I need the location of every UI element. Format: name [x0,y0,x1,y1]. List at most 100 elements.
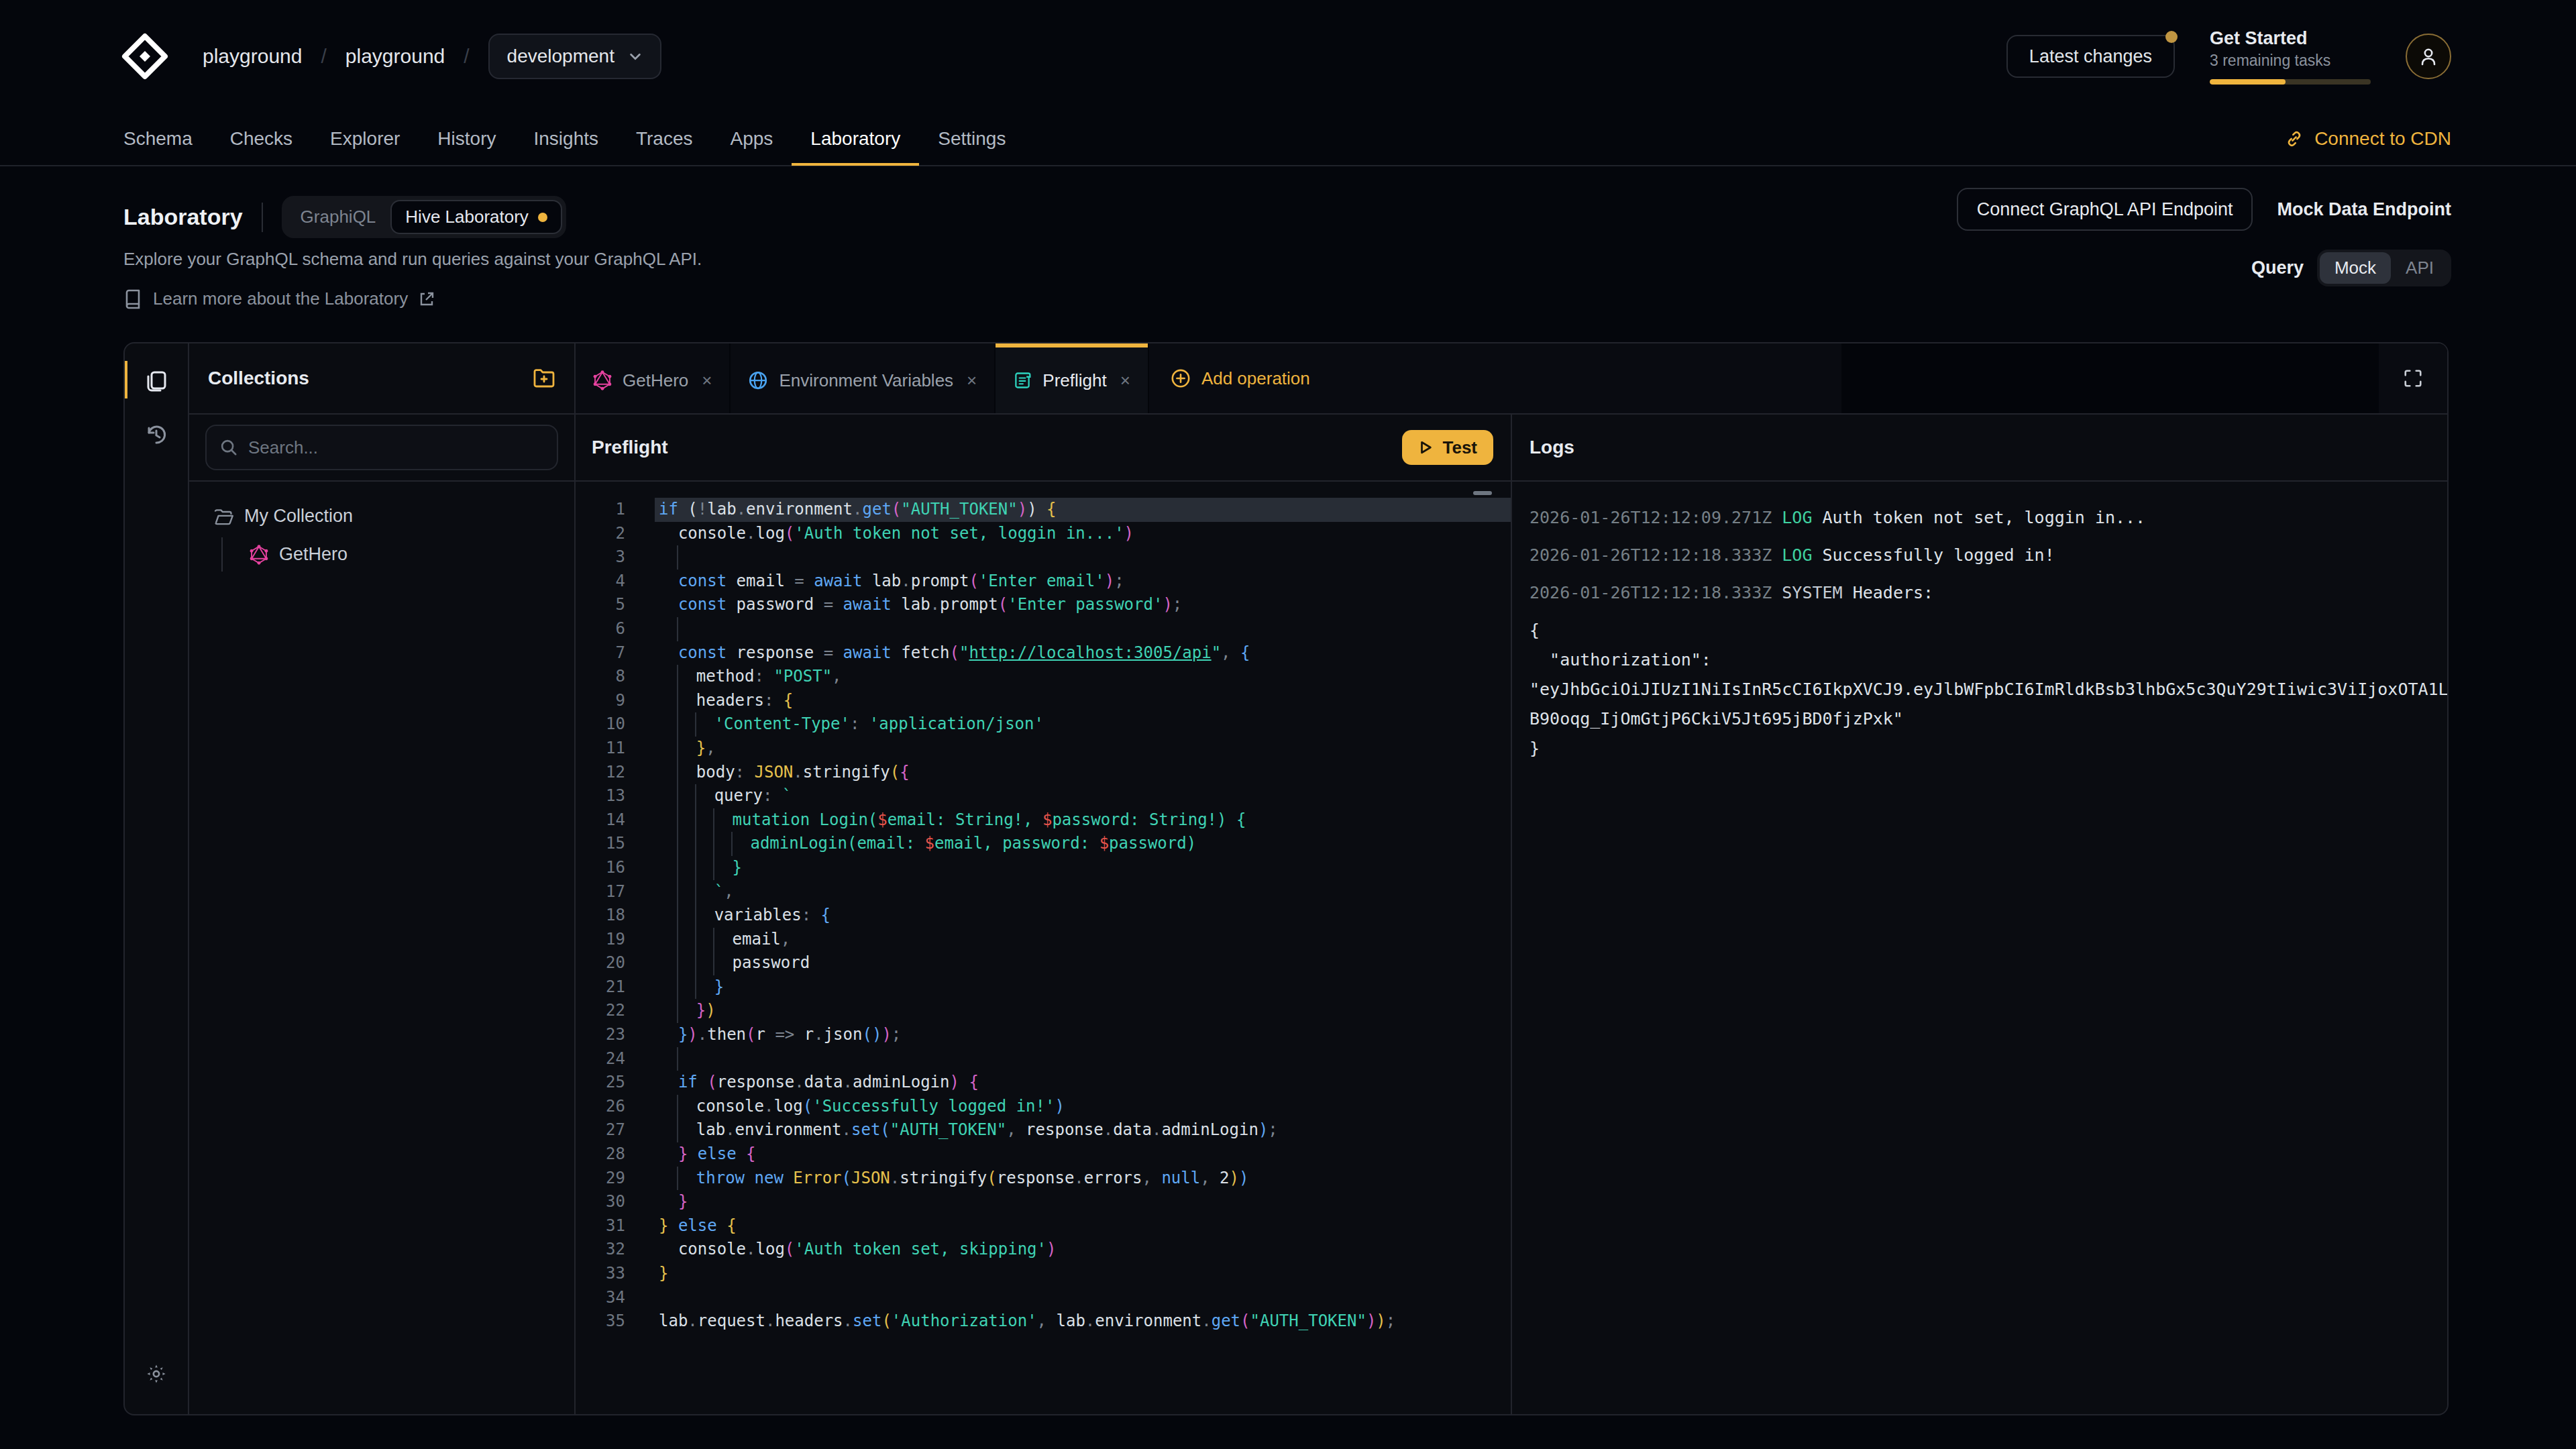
nav-item-settings[interactable]: Settings [919,112,1024,166]
top-header: playground / playground / development La… [0,0,2576,113]
code-line: 7 const response = await fetch("http://l… [576,641,1511,665]
fullscreen-button[interactable] [2379,343,2447,413]
connect-graphql-endpoint-button[interactable]: Connect GraphQL API Endpoint [1957,188,2253,231]
code-line: 1if (!lab.environment.get("AUTH_TOKEN"))… [576,498,1511,522]
code-line: 12 body: JSON.stringify({ [576,761,1511,785]
close-icon[interactable]: × [967,370,977,391]
code-line: 4 const email = await lab.prompt('Enter … [576,570,1511,594]
logs-header: Logs [1512,415,2447,482]
hive-logo-icon[interactable] [119,31,170,82]
toggle-graphiql[interactable]: GraphiQL [286,200,391,234]
collections-rail-icon[interactable] [124,362,189,400]
breadcrumb-sep: / [464,45,469,68]
line-number: 9 [576,689,655,713]
avatar[interactable] [2406,34,2451,79]
toggle-api[interactable]: API [2391,252,2449,284]
line-number: 29 [576,1167,655,1191]
preflight-header: Preflight Test [576,415,1512,482]
code-line: 13 query: ` [576,784,1511,808]
settings-gear-icon[interactable] [124,1355,189,1393]
line-number: 3 [576,545,655,570]
code-line: 9 headers: { [576,689,1511,713]
nav-item-explorer[interactable]: Explorer [311,112,419,166]
latest-changes-button[interactable]: Latest changes [2006,35,2175,78]
close-icon[interactable]: × [702,370,712,391]
query-label: Query [2251,258,2304,278]
code-line: 20 password [576,951,1511,975]
active-dot [538,213,547,222]
environment-select[interactable]: development [488,34,661,79]
nav-item-laboratory[interactable]: Laboratory [792,112,919,166]
breadcrumb-org[interactable]: playground [203,45,302,68]
history-rail-icon[interactable] [124,416,189,453]
line-number: 31 [576,1214,655,1238]
breadcrumb-project[interactable]: playground [345,45,445,68]
search-input[interactable]: Search... [205,425,558,470]
line-number: 27 [576,1118,655,1142]
book-icon [123,289,142,309]
line-number: 7 [576,641,655,665]
line-number: 13 [576,784,655,808]
line-number: 26 [576,1095,655,1119]
expand-icon [2403,368,2423,388]
mock-data-endpoint-button[interactable]: Mock Data Endpoint [2277,199,2451,220]
add-operation-button[interactable]: Add operation [1149,343,1841,413]
line-number: 19 [576,928,655,952]
code-line: 10 'Content-Type': 'application/json' [576,712,1511,737]
line-number: 10 [576,712,655,737]
line-number: 24 [576,1047,655,1071]
nav-item-history[interactable]: History [419,112,515,166]
code-line: 15 adminLogin(email: $email, password: $… [576,832,1511,856]
code-editor[interactable]: 1if (!lab.environment.get("AUTH_TOKEN"))… [576,482,1512,1414]
line-number: 14 [576,808,655,833]
line-number: 16 [576,856,655,880]
learn-more-link[interactable]: Learn more about the Laboratory [123,288,2451,309]
code-line: 6 [576,617,1511,641]
nav-item-traces[interactable]: Traces [617,112,712,166]
line-number: 22 [576,999,655,1023]
get-started-widget[interactable]: Get Started 3 remaining tasks [2210,28,2371,85]
log-json-line: "eyJhbGciOiJIUzI1NiIsInR5cCI6IkpXVCJ9.ey… [1529,675,2447,704]
resize-handle[interactable] [1473,491,1492,495]
code-line: 24 [576,1047,1511,1071]
connect-to-cdn-link[interactable]: Connect to CDN [2285,128,2451,150]
close-icon[interactable]: × [1120,370,1130,391]
line-number: 17 [576,880,655,904]
breadcrumb: playground / playground / development [119,31,661,82]
add-folder-icon[interactable] [533,368,555,388]
line-number: 6 [576,617,655,641]
get-started-progressbar [2210,79,2371,85]
code-line: 2 console.log('Auth token not set, loggi… [576,522,1511,546]
tab-gethero[interactable]: GetHero× [576,343,729,413]
code-line: 32 console.log('Auth token set, skipping… [576,1238,1511,1262]
line-number: 1 [576,498,655,522]
nav-item-checks[interactable]: Checks [211,112,311,166]
collections-search-row: Search... [189,415,576,482]
folder-open-icon [213,508,233,525]
code-line: 11 }, [576,737,1511,761]
line-number: 5 [576,593,655,617]
line-number: 23 [576,1023,655,1047]
line-number: 18 [576,904,655,928]
line-number: 20 [576,951,655,975]
code-line: 26 console.log('Successfully logged in!'… [576,1095,1511,1119]
nav-item-schema[interactable]: Schema [105,112,211,166]
code-line: 34 [576,1286,1511,1310]
collection-folder[interactable]: My Collection [205,500,558,532]
toggle-hive-laboratory[interactable]: Hive Laboratory [390,200,562,234]
line-number: 2 [576,522,655,546]
toggle-mock[interactable]: Mock [2320,252,2391,284]
log-entry: 2026-01-26T12:12:09.271Z LOG Auth token … [1529,503,2447,533]
tab-preflight[interactable]: Preflight× [996,343,1148,413]
line-number: 25 [576,1071,655,1095]
nav-item-insights[interactable]: Insights [515,112,617,166]
test-button[interactable]: Test [1402,430,1493,465]
operation-gethero[interactable]: GetHero [241,537,558,572]
code-line: 18 variables: { [576,904,1511,928]
tab-environment-variables[interactable]: Environment Variables× [731,343,994,413]
graphql-icon [593,370,612,390]
get-started-subtitle: 3 remaining tasks [2210,52,2371,70]
divider [262,203,263,232]
preflight-title: Preflight [592,437,668,458]
nav-item-apps[interactable]: Apps [712,112,792,166]
